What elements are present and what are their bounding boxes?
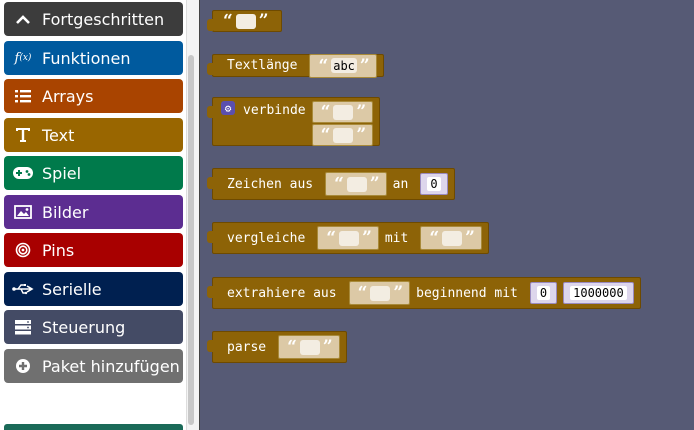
open-quote: “ [287, 337, 297, 357]
block-label-mid: an [392, 176, 409, 192]
string-literal: “ ” [311, 101, 374, 123]
list-icon [4, 89, 42, 103]
compare-block[interactable]: vergleiche “ ” mit “ ” [207, 222, 489, 254]
close-quote: ” [359, 55, 370, 76]
string-field[interactable] [346, 176, 367, 192]
plus-circle-icon [4, 358, 42, 374]
category-bilder[interactable]: Bilder [4, 195, 183, 229]
string-literal: “ ” [215, 9, 275, 33]
category-label: Arrays [42, 86, 94, 106]
string-literal: “ ” [325, 172, 387, 196]
string-literal: “ ” [348, 281, 411, 305]
pins-icon [4, 242, 42, 258]
category-label: Fortgeschritten [42, 9, 165, 29]
number-literal: 0 [420, 173, 448, 195]
open-quote: “ [223, 11, 233, 31]
number-field[interactable]: 1000000 [570, 286, 627, 300]
open-quote: “ [320, 102, 331, 122]
block-label: parse [227, 339, 267, 355]
open-quote: “ [429, 228, 440, 248]
close-quote: ” [356, 102, 367, 122]
close-quote: ” [322, 337, 333, 357]
close-quote: ” [393, 283, 404, 303]
block-label-mid: beginnend mit [416, 285, 518, 301]
string-field[interactable] [333, 104, 354, 120]
category-pins[interactable]: Pins [4, 233, 183, 267]
close-quote: ” [258, 11, 269, 31]
gamepad-icon [4, 167, 42, 179]
open-quote: “ [334, 174, 344, 194]
category-text[interactable]: Text [4, 118, 183, 152]
substring-block[interactable]: extrahiere aus “ ” beginnend mit 0 10000… [207, 277, 641, 309]
string-literal: “ ” [278, 335, 340, 359]
category-steuerung[interactable]: Steuerung [4, 310, 183, 344]
block-label: verbinde [243, 103, 306, 118]
string-literal: “ ” [311, 124, 374, 146]
string-field[interactable] [333, 127, 354, 143]
string-field[interactable] [235, 13, 256, 29]
close-quote: ” [362, 228, 372, 248]
category-label: Paket hinzufügen [42, 356, 180, 376]
gear-icon[interactable]: ⚙ [221, 101, 235, 115]
category-label: Funktionen [42, 48, 131, 68]
category-label: Pins [42, 240, 75, 260]
string-field[interactable] [442, 230, 463, 246]
block-label: vergleiche [227, 230, 306, 246]
open-quote: “ [320, 125, 331, 145]
usb-icon [4, 283, 42, 295]
block-label: extrahiere aus [227, 285, 337, 301]
string-field[interactable] [370, 285, 391, 301]
image-icon [4, 205, 42, 219]
next-category-edge [4, 424, 183, 430]
server-icon [4, 319, 42, 335]
number-literal: 1000000 [563, 282, 634, 304]
open-quote: “ [357, 283, 368, 303]
category-label: Steuerung [42, 317, 126, 337]
category-label: Bilder [42, 202, 89, 222]
number-field[interactable]: 0 [427, 177, 441, 191]
open-quote: “ [326, 228, 337, 248]
block-label: Textlänge [227, 58, 298, 73]
category-spiel[interactable]: Spiel [4, 156, 183, 190]
number-field[interactable]: 0 [536, 286, 551, 300]
category-label: Serielle [42, 279, 102, 299]
category-label: Text [42, 125, 75, 145]
category-arrays[interactable]: Arrays [4, 79, 183, 113]
category-label: Spiel [42, 163, 82, 183]
blocks-workspace[interactable]: “ ” Textlänge “ abc ” ⚙ verbinde “ ” “ ” [199, 0, 694, 430]
string-literal: “ ” [317, 226, 379, 250]
close-quote: ” [465, 228, 475, 248]
char-at-block[interactable]: Zeichen aus “ ” an 0 [207, 168, 455, 200]
string-field[interactable]: abc [331, 58, 357, 73]
string-literal: “ ” [420, 226, 482, 250]
block-label: Zeichen aus [227, 176, 314, 192]
empty-string-block[interactable]: “ ” [207, 9, 282, 33]
number-literal: 0 [529, 282, 558, 304]
category-fortgeschritten[interactable]: Fortgeschritten [4, 2, 183, 36]
toolbox-scrollbar-thumb[interactable] [188, 55, 194, 425]
category-funktionen[interactable]: f (x) Funktionen [4, 41, 183, 75]
category-serielle[interactable]: Serielle [4, 272, 183, 306]
string-field[interactable] [339, 230, 360, 246]
string-literal: “ abc ” [309, 53, 377, 78]
chevron-up-icon [4, 14, 42, 24]
string-field[interactable] [299, 339, 320, 355]
category-paket-hinzufuegen[interactable]: Paket hinzufügen [4, 349, 183, 383]
toolbox-sidebar: Fortgeschritten f (x) Funktionen Arrays T… [0, 0, 186, 430]
function-icon: f (x) [14, 50, 32, 66]
open-quote: “ [318, 55, 329, 76]
parse-block[interactable]: parse “ ” [207, 331, 347, 363]
block-label-mid: mit [384, 230, 409, 246]
close-quote: ” [369, 174, 380, 194]
close-quote: ” [356, 125, 367, 145]
text-icon [4, 127, 42, 143]
text-length-block[interactable]: Textlänge “ abc ” [207, 53, 384, 78]
join-block[interactable]: ⚙ verbinde “ ” “ ” [206, 97, 381, 146]
